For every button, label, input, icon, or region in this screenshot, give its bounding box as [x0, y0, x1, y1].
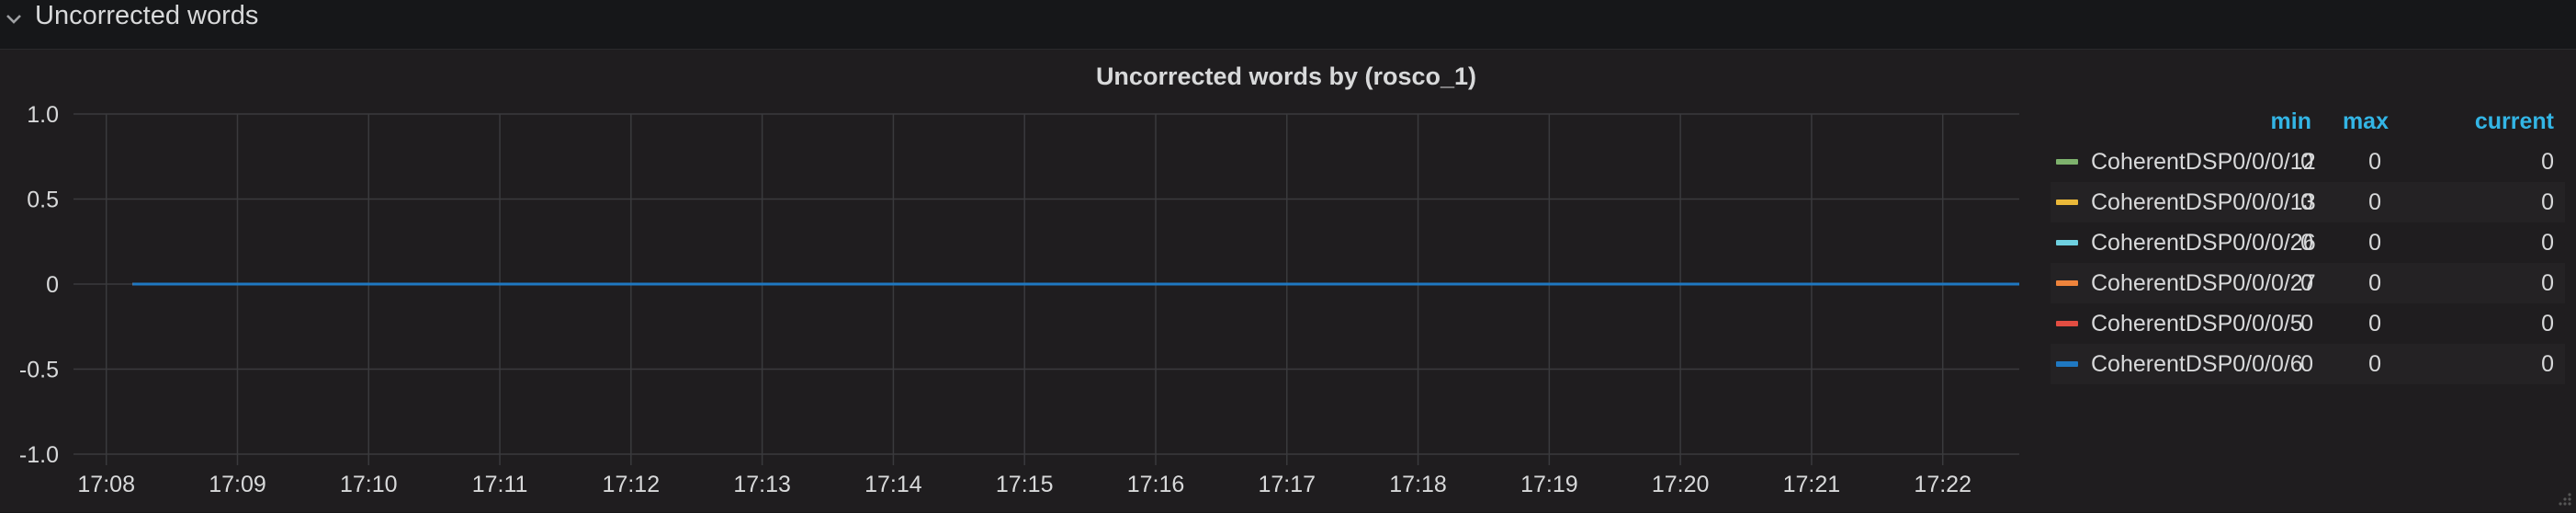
- legend-min-value: 0: [2300, 189, 2313, 215]
- legend-series-name[interactable]: CoherentDSP0/0/0/6: [2091, 344, 2303, 384]
- legend-min-value: 0: [2300, 351, 2313, 377]
- legend-current-value: 0: [2541, 351, 2554, 377]
- legend-header-min[interactable]: min: [2271, 108, 2311, 135]
- x-tick-label: 17:14: [864, 472, 922, 497]
- legend-series-name[interactable]: CoherentDSP0/0/0/26: [2091, 222, 2316, 263]
- legend-item[interactable]: CoherentDSP0/0/0/27 0 0 0: [2051, 263, 2565, 303]
- legend-current-value: 0: [2541, 189, 2554, 215]
- x-tick-label: 17:19: [1520, 472, 1578, 497]
- chart-legend: min max current CoherentDSP0/0/0/12 0 0 …: [2051, 108, 2565, 384]
- series-color-swatch[interactable]: [2056, 321, 2078, 326]
- legend-min-value: 0: [2300, 311, 2313, 336]
- y-tick-label: 0.5: [27, 188, 59, 213]
- x-tick-label: 17:11: [472, 472, 528, 497]
- x-tick-label: 17:18: [1389, 472, 1447, 497]
- legend-max-value: 0: [2368, 270, 2381, 296]
- line-chart[interactable]: 1.0 0.5 0 -0.5 -1.0 17:08 17:09 17:10 17:11 17:1…: [0, 50, 2030, 512]
- x-tick-label: 17:17: [1258, 472, 1316, 497]
- legend-series-name[interactable]: CoherentDSP0/0/0/13: [2091, 182, 2316, 222]
- legend-series-name[interactable]: CoherentDSP0/0/0/27: [2091, 263, 2316, 303]
- row-title[interactable]: Uncorrected words: [35, 0, 258, 31]
- legend-item[interactable]: CoherentDSP0/0/0/5 0 0 0: [2051, 303, 2565, 344]
- legend-current-value: 0: [2541, 230, 2554, 256]
- chevron-down-icon[interactable]: [4, 9, 24, 29]
- legend-max-value: 0: [2368, 351, 2381, 377]
- x-tick-label: 17:22: [1914, 472, 1972, 497]
- legend-min-value: 0: [2300, 149, 2313, 175]
- graph-panel: Uncorrected words by (rosco_1) 1.0 0.5 0 -0…: [0, 49, 2576, 512]
- x-tick-label: 17:13: [733, 472, 791, 497]
- legend-item[interactable]: CoherentDSP0/0/0/13 0 0 0: [2051, 182, 2565, 222]
- series-color-swatch[interactable]: [2056, 361, 2078, 367]
- y-tick-label: -0.5: [19, 358, 59, 383]
- legend-max-value: 0: [2368, 311, 2381, 336]
- x-tick-label: 17:16: [1127, 472, 1185, 497]
- legend-series-name[interactable]: CoherentDSP0/0/0/12: [2091, 142, 2316, 182]
- legend-max-value: 0: [2368, 189, 2381, 215]
- series-color-swatch[interactable]: [2056, 280, 2078, 286]
- panel-resize-handle[interactable]: [2554, 490, 2572, 508]
- legend-min-value: 0: [2300, 230, 2313, 256]
- x-tick-label: 17:15: [996, 472, 1054, 497]
- legend-current-value: 0: [2541, 149, 2554, 175]
- x-tick-label: 17:09: [209, 472, 266, 497]
- series-color-swatch[interactable]: [2056, 240, 2078, 245]
- y-tick-label: 1.0: [27, 102, 59, 128]
- dashboard-row-header: Uncorrected words: [0, 0, 2576, 48]
- x-axis: 17:08 17:09 17:10 17:11 17:12 17:13 17:14 17:15…: [77, 472, 1972, 497]
- y-tick-label: 0: [46, 272, 59, 298]
- legend-item[interactable]: CoherentDSP0/0/0/12 0 0 0: [2051, 142, 2565, 182]
- x-tick-label: 17:10: [340, 472, 398, 497]
- legend-header-current[interactable]: current: [2475, 108, 2554, 135]
- x-tick-label: 17:21: [1783, 472, 1841, 497]
- legend-header: min max current: [2051, 108, 2565, 142]
- legend-item[interactable]: CoherentDSP0/0/0/26 0 0 0: [2051, 222, 2565, 263]
- series-color-swatch[interactable]: [2056, 200, 2078, 205]
- legend-current-value: 0: [2541, 311, 2554, 336]
- y-axis: 1.0 0.5 0 -0.5 -1.0: [19, 102, 59, 468]
- legend-max-value: 0: [2368, 149, 2381, 175]
- legend-current-value: 0: [2541, 270, 2554, 296]
- chart-grid: [73, 113, 2019, 465]
- y-tick-label: -1.0: [19, 442, 59, 468]
- legend-series-name[interactable]: CoherentDSP0/0/0/5: [2091, 303, 2303, 344]
- legend-max-value: 0: [2368, 230, 2381, 256]
- series-color-swatch[interactable]: [2056, 159, 2078, 165]
- legend-item[interactable]: CoherentDSP0/0/0/6 0 0 0: [2051, 344, 2565, 384]
- x-tick-label: 17:08: [77, 472, 135, 497]
- legend-header-max[interactable]: max: [2343, 108, 2389, 135]
- x-tick-label: 17:20: [1652, 472, 1710, 497]
- x-tick-label: 17:12: [603, 472, 661, 497]
- legend-min-value: 0: [2300, 270, 2313, 296]
